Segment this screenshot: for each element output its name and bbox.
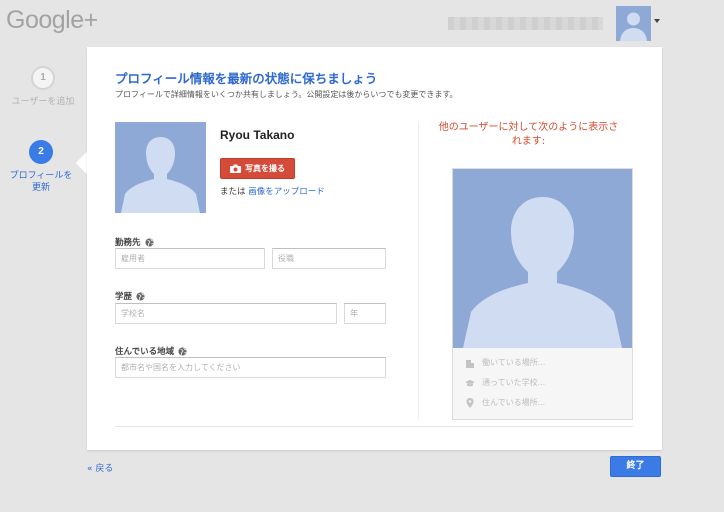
job-title-input[interactable]: 役職 — [272, 248, 386, 269]
account-avatar[interactable] — [616, 6, 651, 41]
take-photo-label: 写真を撮る — [245, 164, 285, 173]
camera-icon — [230, 164, 241, 173]
google-plus-logo[interactable]: Google+ — [6, 6, 98, 35]
avatar-silhouette-icon — [620, 12, 647, 41]
step-number: 2 — [29, 140, 53, 164]
preview-card: 働いている場所... 通っていた学校... 住んでいる場所... — [452, 168, 633, 420]
globe-icon[interactable] — [178, 346, 187, 356]
take-photo-button[interactable]: 写真を撮る — [220, 158, 295, 179]
step-label: ユーザーを追加 — [11, 97, 75, 107]
preview-school-row: 通っていた学校... — [465, 377, 545, 388]
year-input[interactable]: 年 — [344, 303, 386, 324]
preview-title: 他のユーザーに対して次のように表示されます: — [438, 122, 619, 147]
globe-icon[interactable] — [144, 237, 154, 247]
step-number: 1 — [31, 66, 55, 90]
employer-input[interactable]: 雇用者 — [115, 248, 265, 269]
location-label-text: 住んでいる地域 — [115, 347, 175, 357]
account-menu-caret-icon[interactable] — [654, 19, 660, 23]
column-divider — [418, 123, 419, 420]
education-label: 学歴 — [115, 290, 145, 302]
profile-card: プロフィール情報を最新の状態に保ちましょう プロフィールで詳細情報をいくつか共有… — [87, 47, 662, 450]
or-text: または — [220, 187, 246, 197]
preview-location-text: 住んでいる場所... — [482, 398, 546, 407]
profile-name: Ryou Takano — [220, 128, 295, 142]
upload-row: または 画像をアップロード — [220, 185, 325, 197]
location-input[interactable]: 都市名や国名を入力してください — [115, 357, 386, 378]
profile-photo[interactable] — [115, 122, 206, 213]
step-update-profile: 2 プロフィールを更新 — [6, 140, 76, 194]
footer-divider — [115, 426, 633, 427]
upload-image-link[interactable]: 画像をアップロード — [248, 187, 325, 197]
profile-silhouette-icon — [121, 137, 200, 213]
school-input[interactable]: 学校名 — [115, 303, 337, 324]
work-label-text: 勤務先 — [115, 238, 141, 248]
preview-location-row: 住んでいる場所... — [465, 397, 545, 408]
back-link[interactable]: « 戻る — [87, 461, 113, 474]
preview-work-text: 働いている場所... — [482, 358, 546, 367]
graduation-cap-icon — [465, 379, 475, 386]
building-icon — [466, 359, 474, 368]
globe-icon[interactable] — [136, 291, 145, 301]
account-email-blurred — [448, 17, 603, 30]
work-label: 勤務先 — [115, 236, 154, 248]
preview-work-row: 働いている場所... — [465, 357, 545, 368]
step-add-users[interactable]: 1 ユーザーを追加 — [8, 66, 78, 108]
step-label: プロフィールを更新 — [9, 171, 73, 193]
education-label-text: 学歴 — [115, 292, 133, 302]
location-pin-icon — [466, 397, 474, 408]
preview-silhouette-icon — [463, 197, 622, 348]
page-subtitle: プロフィールで詳細情報をいくつか共有しましょう。公開設定は後からいつでも変更でき… — [115, 90, 458, 99]
preview-school-text: 通っていた学校... — [482, 378, 546, 387]
page-title: プロフィール情報を最新の状態に保ちましょう — [115, 71, 378, 86]
preview-photo — [453, 169, 632, 348]
finish-button[interactable]: 終了 — [610, 456, 661, 477]
location-label: 住んでいる地域 — [115, 345, 187, 357]
